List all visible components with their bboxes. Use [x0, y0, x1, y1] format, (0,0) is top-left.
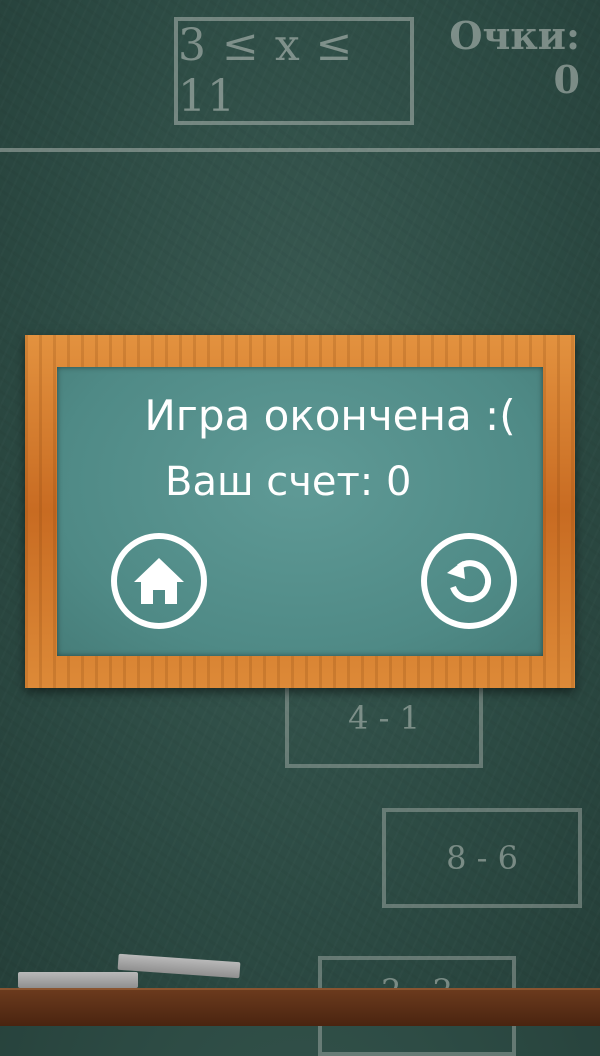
- game-over-dialog: Игра окончена :( Ваш счет: 0: [25, 335, 575, 688]
- score-display: Очки: 0: [449, 14, 580, 102]
- expression-text: 8 - 6: [446, 839, 518, 877]
- final-score-text: Ваш счет: 0: [165, 459, 412, 505]
- chalk-tray: [0, 988, 600, 1026]
- header-divider: [0, 148, 600, 152]
- expression-tile[interactable]: 8 - 6: [382, 808, 582, 908]
- restart-button[interactable]: [421, 533, 517, 629]
- score-label: Очки:: [449, 13, 580, 58]
- range-condition-box: 3 ≤ x ≤ 11: [174, 17, 414, 125]
- expression-text: 4 - 1: [348, 699, 420, 737]
- home-icon: [134, 558, 184, 604]
- home-button[interactable]: [111, 533, 207, 629]
- restart-icon: [447, 560, 491, 603]
- chalk-piece: [18, 972, 138, 988]
- dialog-board: Игра окончена :( Ваш счет: 0: [57, 367, 543, 656]
- score-value: 0: [553, 57, 580, 102]
- game-over-title: Игра окончена :(: [144, 391, 516, 440]
- range-condition-text: 3 ≤ x ≤ 11: [178, 20, 354, 122]
